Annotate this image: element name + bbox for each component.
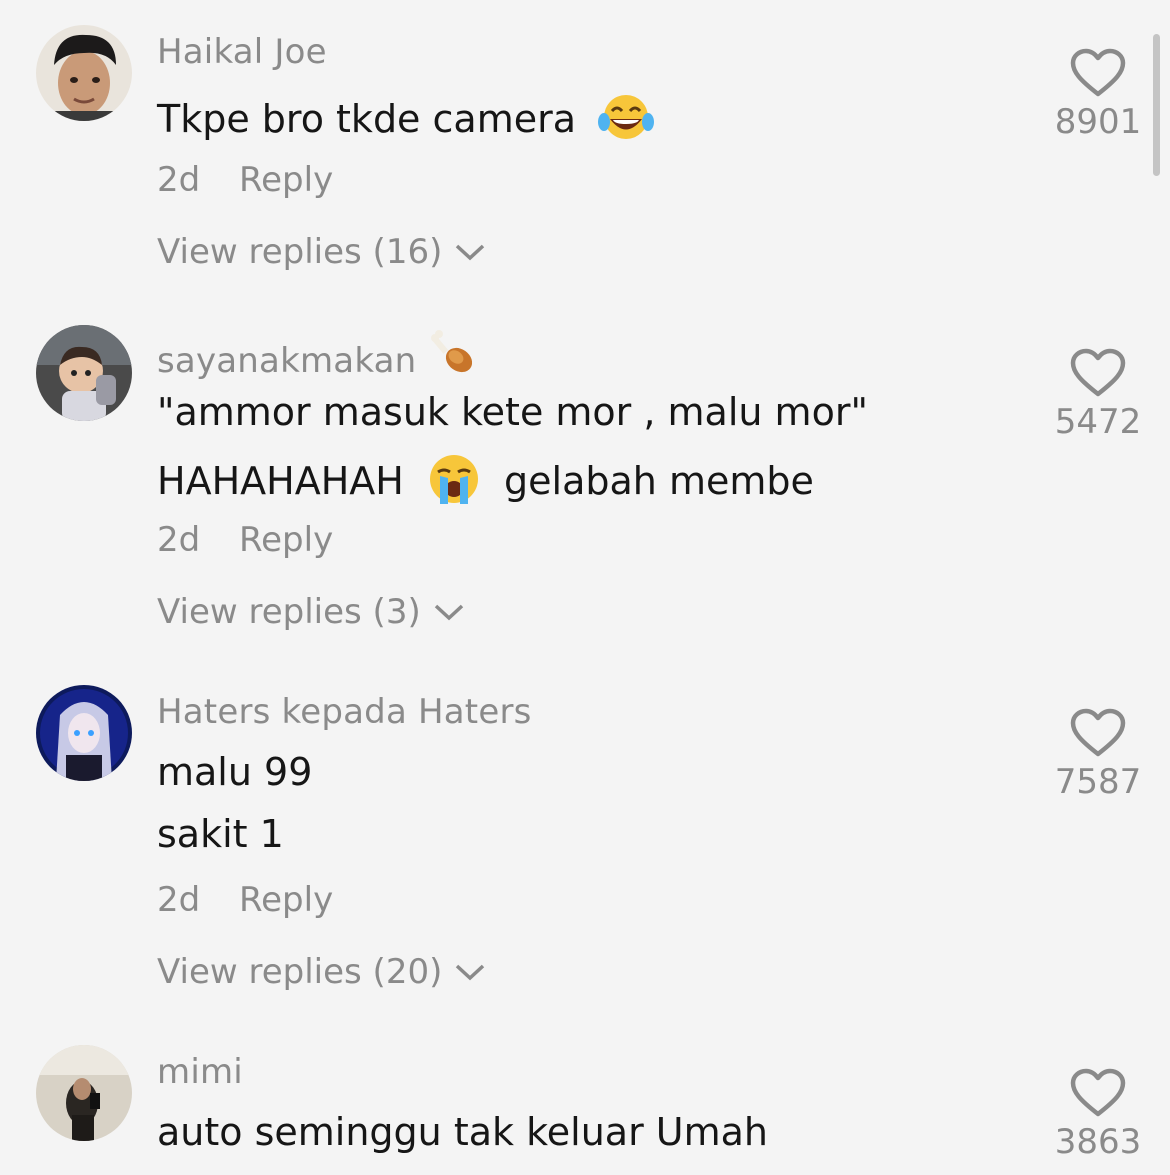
chevron-down-icon bbox=[456, 964, 485, 981]
view-replies-button[interactable]: View replies (3) bbox=[157, 592, 465, 632]
username[interactable]: mimi bbox=[157, 1052, 243, 1092]
comment-text: malu 99 bbox=[157, 750, 313, 794]
heart-icon bbox=[1070, 1068, 1126, 1117]
username[interactable]: Haters kepada Haters bbox=[157, 692, 532, 732]
comment-meta: 2d Reply bbox=[157, 160, 333, 200]
like-button[interactable]: 8901 bbox=[1050, 48, 1146, 142]
avatar[interactable] bbox=[36, 25, 132, 121]
avatar[interactable] bbox=[36, 1045, 132, 1141]
username[interactable]: Haikal Joe bbox=[157, 32, 327, 72]
reply-button[interactable]: Reply bbox=[239, 880, 333, 920]
comment-text: HAHAHAHAH gelabah membe bbox=[157, 452, 814, 515]
crying-emoji bbox=[426, 452, 482, 515]
timestamp: 2d bbox=[157, 160, 201, 200]
heart-icon bbox=[1070, 48, 1126, 97]
comment-meta: 2d Reply bbox=[157, 520, 333, 560]
chevron-down-icon bbox=[434, 604, 463, 621]
avatar[interactable] bbox=[36, 325, 132, 421]
reply-button[interactable]: Reply bbox=[239, 520, 333, 560]
comment-text: sakit 1 bbox=[157, 812, 284, 856]
username[interactable]: sayanakmakan bbox=[157, 330, 477, 387]
comment-text: "ammor masuk kete mor , malu mor" bbox=[157, 390, 868, 434]
view-replies-button[interactable]: View replies (20) bbox=[157, 952, 486, 992]
drumstick-emoji bbox=[429, 330, 477, 387]
comment-meta: 2d Reply bbox=[157, 880, 333, 920]
avatar[interactable] bbox=[36, 685, 132, 781]
like-count: 5472 bbox=[1054, 402, 1142, 442]
comment-text: Tkpe bro tkde camera bbox=[157, 92, 655, 151]
heart-icon bbox=[1070, 348, 1126, 397]
reply-button[interactable]: Reply bbox=[239, 160, 333, 200]
like-count: 7587 bbox=[1054, 762, 1142, 802]
like-count: 3863 bbox=[1054, 1122, 1142, 1162]
timestamp: 2d bbox=[157, 520, 201, 560]
chevron-down-icon bbox=[456, 244, 485, 261]
like-count: 8901 bbox=[1054, 102, 1142, 142]
like-button[interactable]: 5472 bbox=[1050, 348, 1146, 442]
like-button[interactable]: 3863 bbox=[1050, 1068, 1146, 1162]
view-replies-label: View replies (20) bbox=[157, 952, 443, 992]
view-replies-label: View replies (16) bbox=[157, 232, 443, 272]
comment-text: auto seminggu tak keluar Umah bbox=[157, 1110, 768, 1154]
heart-icon bbox=[1070, 708, 1126, 757]
view-replies-button[interactable]: View replies (16) bbox=[157, 232, 486, 272]
laughing-tears-emoji bbox=[598, 92, 655, 151]
timestamp: 2d bbox=[157, 880, 201, 920]
like-button[interactable]: 7587 bbox=[1050, 708, 1146, 802]
view-replies-label: View replies (3) bbox=[157, 592, 421, 632]
scrollbar[interactable] bbox=[1153, 34, 1160, 176]
